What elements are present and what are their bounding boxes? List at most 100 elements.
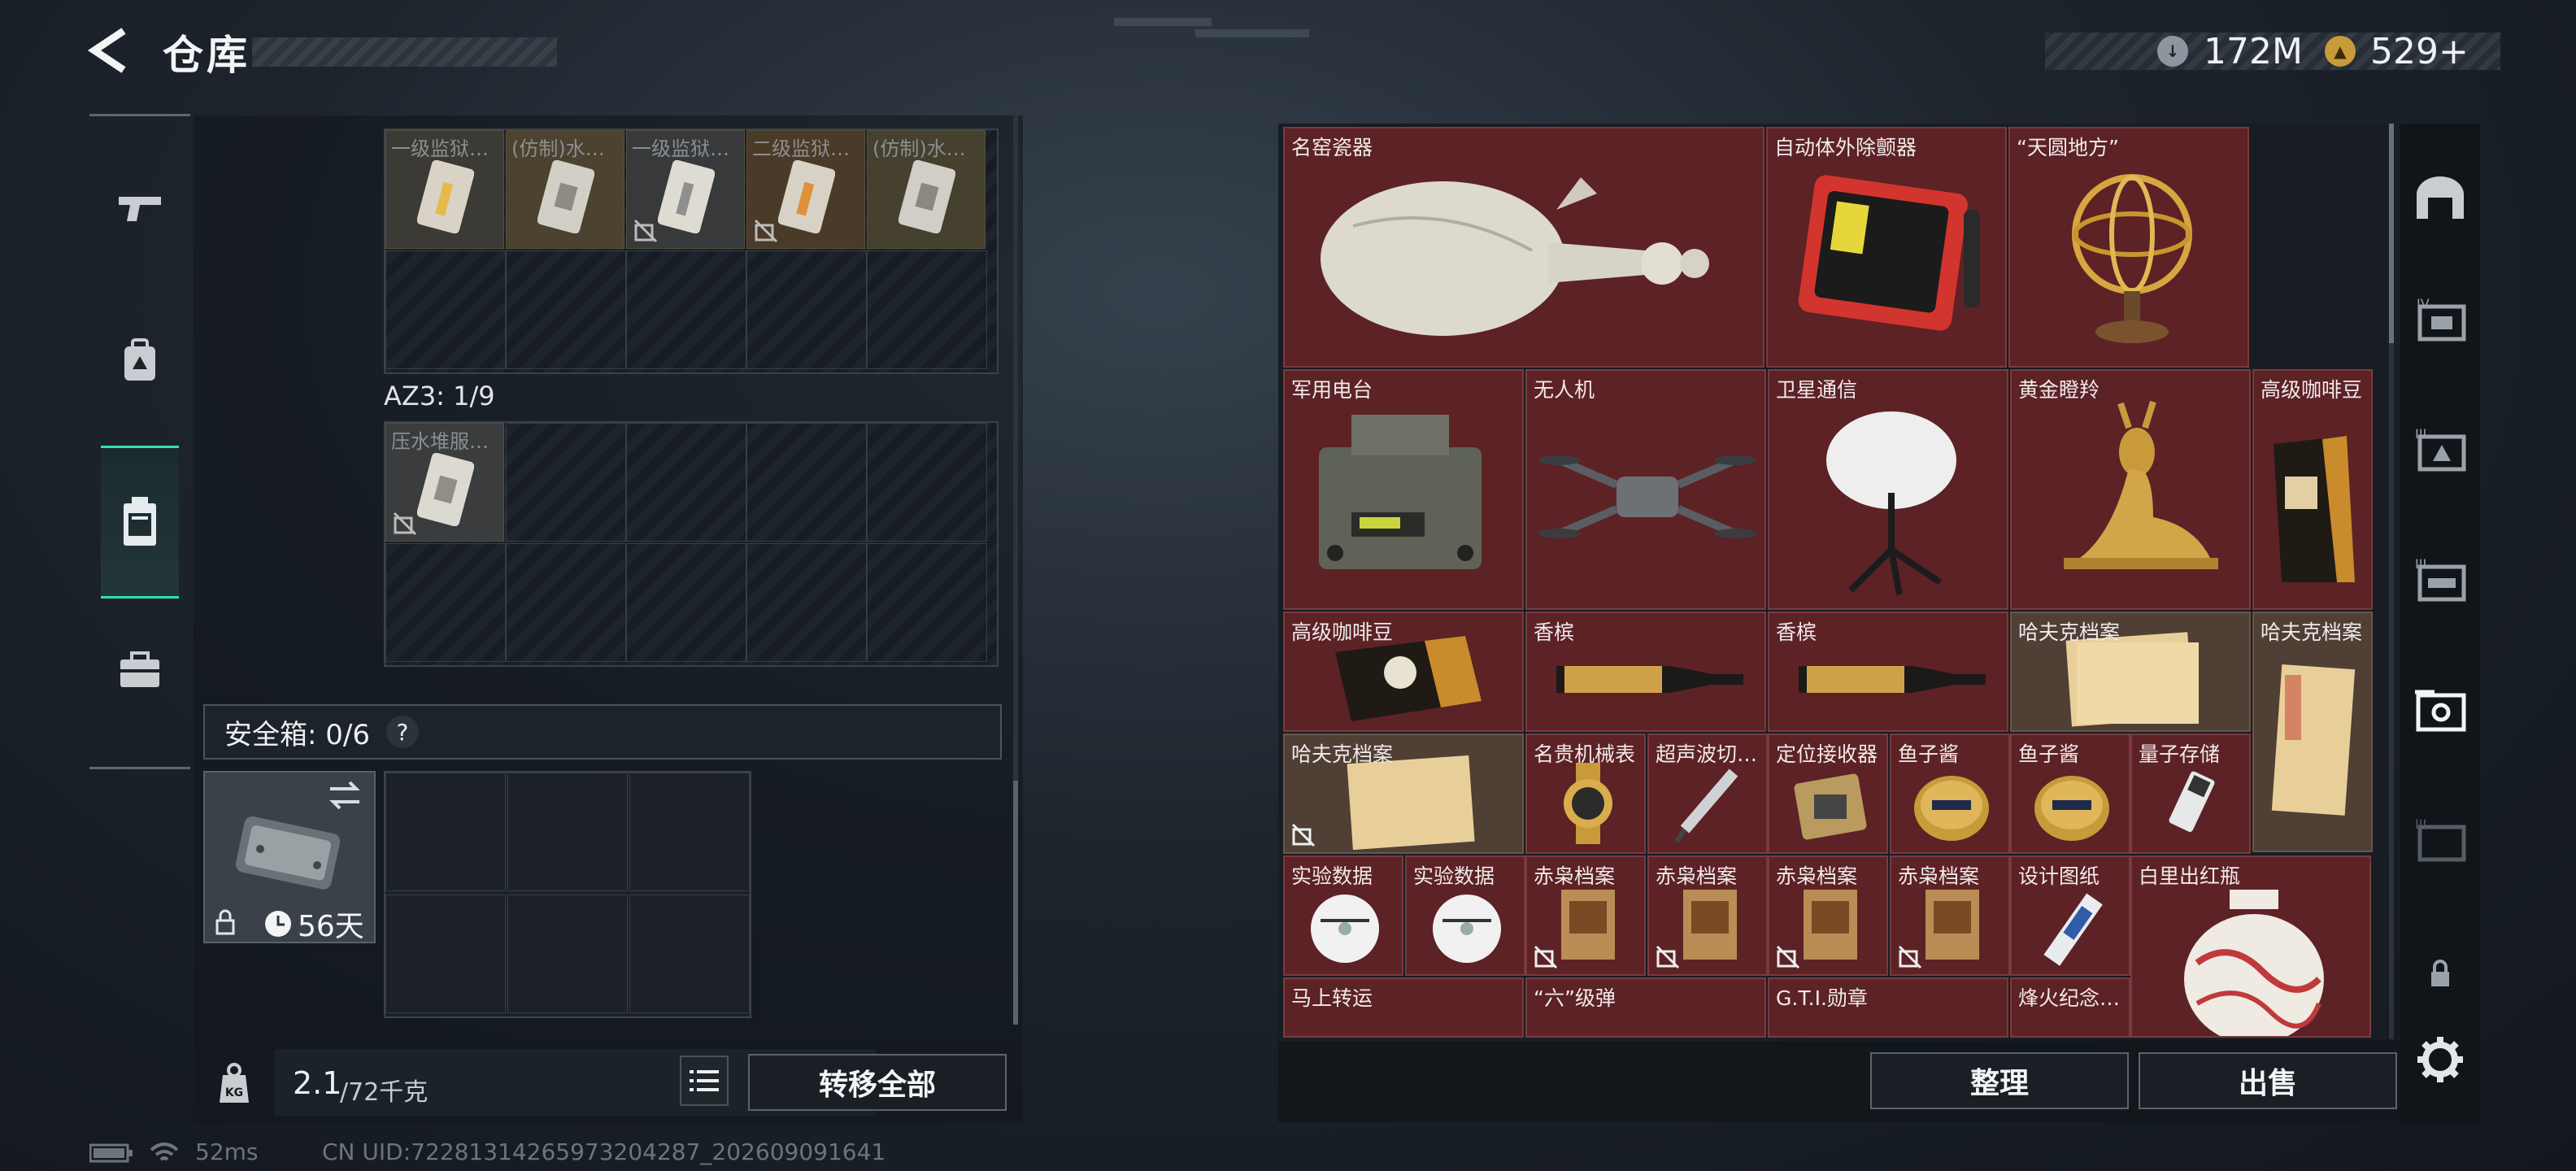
empty-slot[interactable] [746, 250, 867, 369]
keycard-icon [417, 160, 474, 233]
item-cell[interactable]: 赤枭档案 [1525, 855, 1646, 976]
scrollbar-thumb[interactable] [2389, 124, 2394, 343]
item-cell[interactable]: 卫星通信 [1768, 369, 2008, 610]
empty-slot[interactable] [867, 250, 987, 369]
item-cell[interactable]: 定位接收器 [1768, 734, 1888, 854]
usb-drive-icon [2169, 771, 2215, 832]
keycard-icon [778, 160, 835, 233]
item-cell[interactable]: 实验数据 [1405, 855, 1525, 976]
item-cell[interactable]: 马上转运 [1283, 977, 1524, 1038]
item-cell[interactable]: “六”级弹 [1525, 977, 1766, 1038]
backpack-grid: 压水堆服… [384, 421, 999, 667]
help-icon[interactable]: ? [385, 716, 419, 748]
empty-slot[interactable] [867, 423, 987, 542]
empty-slot[interactable] [506, 250, 626, 369]
item-cell[interactable]: 烽火纪念… [2010, 977, 2130, 1038]
empty-slot[interactable] [507, 895, 628, 1013]
silver-coin-icon: ↓ [2157, 36, 2188, 67]
tab-collectibles[interactable] [2400, 657, 2480, 763]
item-cell[interactable]: G.T.I.勋章 [1768, 977, 2008, 1038]
item-cell[interactable]: 名窑瓷器 [1283, 127, 1764, 368]
empty-slot[interactable] [385, 895, 506, 1013]
section-label: AZ3: 1/9 [384, 381, 495, 411]
empty-slot[interactable] [867, 543, 987, 662]
item-cell[interactable]: 赤枭档案 [1647, 855, 1768, 976]
sort-button[interactable]: 整理 [1870, 1052, 2129, 1109]
settings-button[interactable] [2400, 1007, 2480, 1112]
grid-item[interactable]: (仿制)水… [867, 130, 986, 249]
empty-slot[interactable] [506, 543, 626, 662]
empty-slot[interactable] [746, 423, 867, 542]
scrollbar-thumb[interactable] [1013, 781, 1018, 1025]
item-cell[interactable]: 哈夫克档案 [1283, 734, 1524, 854]
empty-slot[interactable] [629, 895, 750, 1013]
item-cell[interactable]: 自动体外除颤器 [1766, 127, 2007, 368]
item-cell[interactable]: 实验数据 [1283, 855, 1403, 976]
empty-slot[interactable] [626, 543, 746, 662]
sidebar-item-backpack[interactable] [89, 284, 190, 438]
item-cell[interactable]: 超声波切… [1647, 734, 1768, 854]
empty-slot[interactable] [506, 423, 626, 542]
tab-storage-3a[interactable]: III [2400, 397, 2480, 503]
grid-item[interactable]: 压水堆服… [385, 423, 504, 542]
grid-item[interactable]: (仿制)水… [506, 130, 624, 249]
item-cell[interactable]: 量子存储 [2130, 734, 2251, 854]
tab-overview[interactable] [2400, 145, 2480, 250]
empty-slot[interactable] [626, 250, 746, 369]
tab-storage-locked[interactable]: III [2400, 787, 2480, 893]
satellite-dish-icon [1826, 411, 1956, 595]
swap-icon[interactable] [327, 779, 363, 812]
empty-slot[interactable] [626, 423, 746, 542]
item-cell[interactable]: “天圆地方” [2008, 127, 2249, 368]
item-cell[interactable]: 无人机 [1525, 369, 1766, 610]
back-button[interactable] [87, 26, 137, 75]
non-tradeable-icon [754, 219, 778, 243]
list-view-button[interactable] [680, 1056, 729, 1106]
bg-light-streak [1195, 29, 1309, 37]
item-cell[interactable]: 哈夫克档案 [2252, 612, 2373, 852]
item-cell[interactable]: 名贵机械表 [1525, 734, 1646, 854]
ultrasonic-cutter-icon [1674, 768, 1738, 843]
item-cell[interactable]: 赤枭档案 [1768, 855, 1888, 976]
empty-slot[interactable] [746, 543, 867, 662]
sell-button[interactable]: 出售 [2139, 1052, 2397, 1109]
transfer-all-button[interactable]: 转移全部 [748, 1054, 1007, 1111]
item-cell[interactable]: 军用电台 [1283, 369, 1524, 610]
champagne-bottle-icon [1799, 666, 1986, 693]
empty-slot[interactable] [629, 773, 750, 891]
gold-amount[interactable]: 529+ [2370, 31, 2469, 72]
sidebar-item-container[interactable] [101, 446, 179, 599]
empty-slot[interactable] [507, 773, 628, 891]
item-cell[interactable]: 设计图纸 [2010, 855, 2130, 976]
keycard-icon [658, 160, 715, 233]
item-cell[interactable]: 高级咖啡豆 [2252, 369, 2373, 610]
clock-icon [265, 911, 291, 937]
tab-storage-4[interactable]: IV [2400, 267, 2480, 372]
item-cell[interactable]: 黄金瞪羚 [2010, 369, 2251, 610]
non-tradeable-icon [393, 511, 417, 536]
grid-item[interactable]: 二级监狱… [746, 130, 865, 249]
empty-slot[interactable] [385, 250, 506, 369]
uid-text: CN UID:7228131426597320428​7_20260909164… [322, 1138, 886, 1165]
storage-tabs: IV III III III [2400, 124, 2480, 1124]
item-cell[interactable]: 白里出红瓶 [2130, 855, 2371, 1038]
item-cell[interactable]: 高级咖啡豆 [1283, 612, 1524, 732]
item-cell[interactable]: 鱼子酱 [2010, 734, 2130, 854]
item-cell[interactable]: 哈夫克档案 [2010, 612, 2251, 732]
pistol-icon [119, 197, 161, 221]
grid-item[interactable]: 一级监狱… [626, 130, 745, 249]
empty-slot[interactable] [385, 543, 506, 662]
empty-slot[interactable] [385, 773, 506, 891]
item-cell[interactable]: 香槟 [1768, 612, 2008, 732]
safe-box-slot[interactable]: 56天 [203, 771, 376, 943]
item-cell[interactable]: 鱼子酱 [1890, 734, 2010, 854]
sidebar-item-weapon[interactable] [89, 131, 190, 285]
grid-item[interactable]: 一级监狱… [385, 130, 504, 249]
item-cell[interactable]: 赤枭档案 [1890, 855, 2010, 976]
tab-storage-3b[interactable]: III [2400, 527, 2480, 633]
item-cell[interactable]: 香槟 [1525, 612, 1766, 732]
safe-case-icon [235, 816, 341, 890]
sidebar-item-toolbox[interactable] [89, 593, 190, 747]
porcelain-vase-icon [1321, 177, 1709, 336]
title-stripe [252, 37, 557, 67]
